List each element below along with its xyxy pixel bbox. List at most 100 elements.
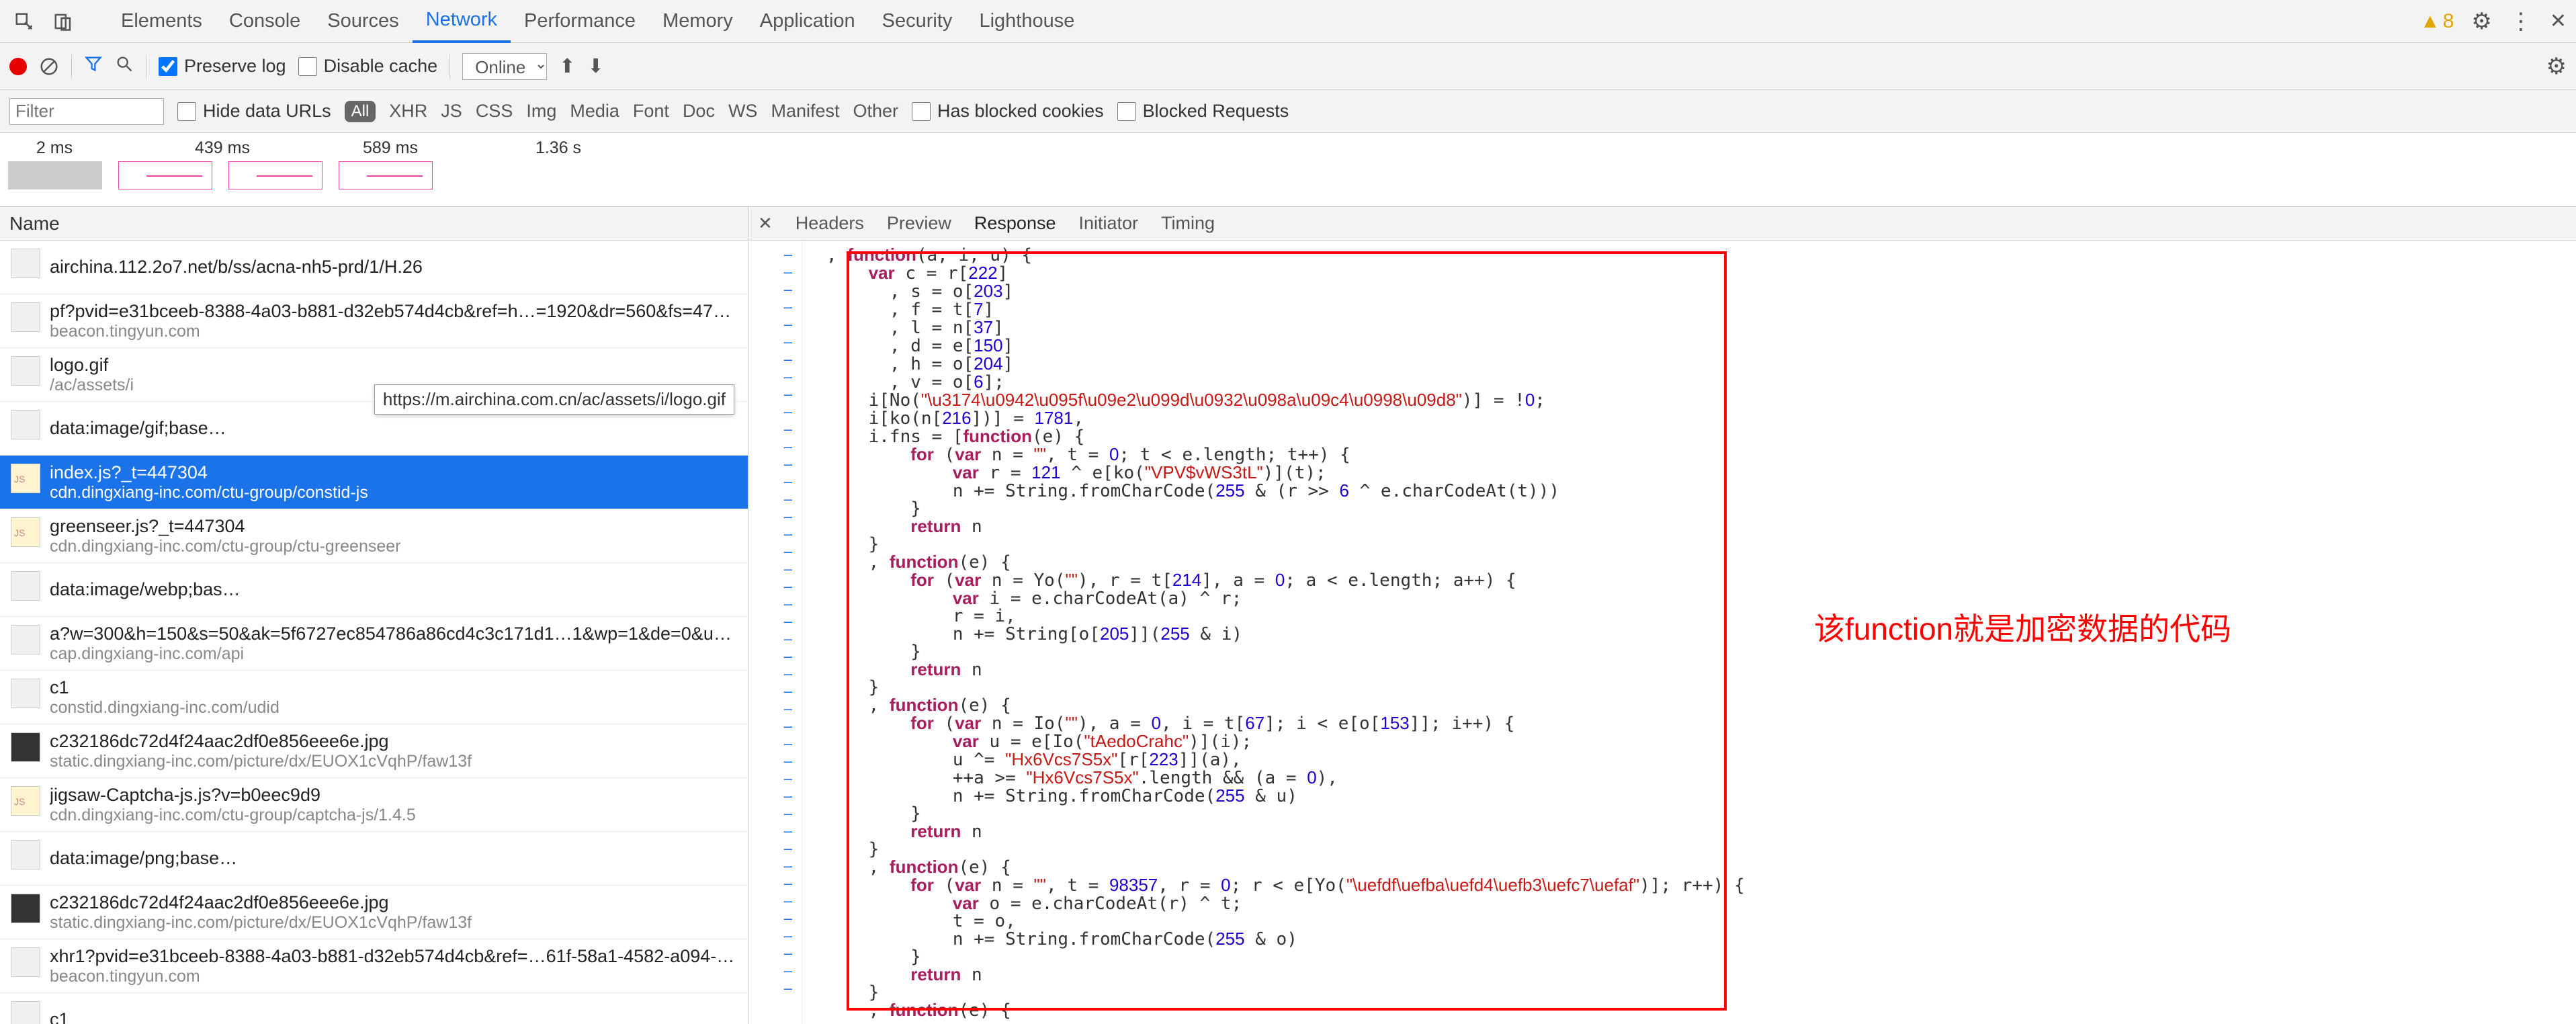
- request-row[interactable]: c232186dc72d4f24aac2df0e856eee6e.jpgstat…: [0, 886, 748, 939]
- panel-tab-console[interactable]: Console: [216, 0, 314, 43]
- warnings-badge[interactable]: ▲ 8: [2420, 10, 2454, 33]
- fold-dash-icon[interactable]: –: [748, 438, 802, 456]
- request-row[interactable]: pf?pvid=e31bceeb-8388-4a03-b881-d32eb574…: [0, 294, 748, 348]
- detail-tab-preview[interactable]: Preview: [887, 213, 951, 234]
- fold-dash-icon[interactable]: –: [748, 595, 802, 613]
- close-devtools-icon[interactable]: ✕: [2550, 9, 2567, 33]
- detail-tab-headers[interactable]: Headers: [796, 213, 864, 234]
- fold-dash-icon[interactable]: –: [748, 840, 802, 857]
- request-list[interactable]: airchina.112.2o7.net/b/ss/acna-nh5-prd/1…: [0, 241, 748, 1024]
- panel-tab-elements[interactable]: Elements: [108, 0, 216, 43]
- fold-dash-icon[interactable]: –: [748, 316, 802, 333]
- has-blocked-cookies-checkbox[interactable]: Has blocked cookies: [912, 101, 1104, 122]
- blocked-requests-checkbox[interactable]: Blocked Requests: [1117, 101, 1289, 122]
- fold-dash-icon[interactable]: –: [748, 386, 802, 403]
- filter-type-doc[interactable]: Doc: [683, 101, 715, 122]
- fold-dash-icon[interactable]: –: [748, 805, 802, 822]
- fold-dash-icon[interactable]: –: [748, 543, 802, 560]
- close-detail-icon[interactable]: ✕: [758, 213, 773, 234]
- fold-dash-icon[interactable]: –: [748, 351, 802, 368]
- filter-type-img[interactable]: Img: [526, 101, 556, 122]
- panel-tab-lighthouse[interactable]: Lighthouse: [965, 0, 1088, 43]
- fold-dash-icon[interactable]: –: [748, 333, 802, 351]
- filter-type-font[interactable]: Font: [633, 101, 669, 122]
- inspect-element-icon[interactable]: [12, 9, 36, 34]
- filter-funnel-icon[interactable]: [84, 54, 103, 79]
- fold-dash-icon[interactable]: –: [748, 718, 802, 735]
- filter-type-js[interactable]: JS: [441, 101, 462, 122]
- request-row[interactable]: c1constid.dingxiang-inc.com/udid: [0, 671, 748, 724]
- fold-dash-icon[interactable]: –: [748, 508, 802, 525]
- disable-cache-checkbox[interactable]: Disable cache: [298, 56, 438, 77]
- network-settings-gear-icon[interactable]: ⚙: [2546, 54, 2567, 79]
- record-button-icon[interactable]: [9, 58, 27, 75]
- disable-cache-input[interactable]: [298, 57, 317, 76]
- fold-dash-icon[interactable]: –: [748, 770, 802, 787]
- fold-dash-icon[interactable]: –: [748, 578, 802, 595]
- fold-dash-icon[interactable]: –: [748, 980, 802, 997]
- hide-data-urls-input[interactable]: [177, 102, 196, 121]
- filter-type-other[interactable]: Other: [853, 101, 899, 122]
- fold-dash-icon[interactable]: –: [748, 857, 802, 875]
- fold-dash-icon[interactable]: –: [748, 875, 802, 892]
- panel-tab-network[interactable]: Network: [413, 0, 511, 43]
- request-row[interactable]: greenseer.js?_t=447304cdn.dingxiang-inc.…: [0, 509, 748, 563]
- request-row[interactable]: airchina.112.2o7.net/b/ss/acna-nh5-prd/1…: [0, 241, 748, 294]
- preserve-log-checkbox[interactable]: Preserve log: [159, 56, 286, 77]
- preserve-log-input[interactable]: [159, 57, 177, 76]
- fold-dash-icon[interactable]: –: [748, 665, 802, 683]
- detail-tab-timing[interactable]: Timing: [1161, 213, 1215, 234]
- more-menu-icon[interactable]: ⋮: [2509, 8, 2532, 35]
- fold-dash-icon[interactable]: –: [748, 822, 802, 840]
- request-row[interactable]: data:image/png;base…: [0, 832, 748, 886]
- fold-dash-icon[interactable]: –: [748, 910, 802, 927]
- fold-dash-icon[interactable]: –: [748, 421, 802, 438]
- clear-icon[interactable]: [39, 56, 59, 77]
- fold-dash-icon[interactable]: –: [748, 683, 802, 700]
- detail-tab-response[interactable]: Response: [974, 213, 1056, 234]
- panel-tab-performance[interactable]: Performance: [511, 0, 649, 43]
- filter-type-xhr[interactable]: XHR: [389, 101, 427, 122]
- fold-dash-icon[interactable]: –: [748, 962, 802, 980]
- request-list-header[interactable]: Name: [0, 207, 748, 241]
- fold-dash-icon[interactable]: –: [748, 525, 802, 543]
- device-toggle-icon[interactable]: [51, 9, 75, 34]
- search-icon[interactable]: [115, 54, 134, 79]
- fold-dash-icon[interactable]: –: [748, 560, 802, 578]
- detail-tab-initiator[interactable]: Initiator: [1078, 213, 1138, 234]
- panel-tab-application[interactable]: Application: [746, 0, 869, 43]
- request-row[interactable]: c232186dc72d4f24aac2df0e856eee6e.jpgstat…: [0, 724, 748, 778]
- download-icon[interactable]: ⬇: [587, 54, 603, 78]
- fold-dash-icon[interactable]: –: [748, 368, 802, 386]
- fold-dash-icon[interactable]: –: [748, 648, 802, 665]
- settings-gear-icon[interactable]: ⚙: [2471, 8, 2491, 35]
- fold-dash-icon[interactable]: –: [748, 927, 802, 945]
- fold-dash-icon[interactable]: –: [748, 246, 802, 263]
- fold-dash-icon[interactable]: –: [748, 630, 802, 648]
- filter-type-all[interactable]: All: [345, 101, 376, 122]
- request-row[interactable]: c1: [0, 993, 748, 1024]
- panel-tab-memory[interactable]: Memory: [649, 0, 746, 43]
- fold-dash-icon[interactable]: –: [748, 945, 802, 962]
- network-timeline[interactable]: 2 ms439 ms589 ms1.36 s: [0, 133, 2576, 207]
- hide-data-urls-checkbox[interactable]: Hide data URLs: [177, 101, 331, 122]
- panel-tab-security[interactable]: Security: [869, 0, 966, 43]
- fold-dash-icon[interactable]: –: [748, 473, 802, 490]
- panel-tab-sources[interactable]: Sources: [314, 0, 412, 43]
- request-row[interactable]: data:image/webp;bas…: [0, 563, 748, 617]
- filter-type-ws[interactable]: WS: [728, 101, 758, 122]
- request-row[interactable]: jigsaw-Captcha-js.js?v=b0eec9d9cdn.dingx…: [0, 778, 748, 832]
- fold-dash-icon[interactable]: –: [748, 753, 802, 770]
- fold-dash-icon[interactable]: –: [748, 892, 802, 910]
- fold-dash-icon[interactable]: –: [748, 787, 802, 805]
- throttling-select[interactable]: Online: [462, 53, 547, 80]
- fold-dash-icon[interactable]: –: [748, 490, 802, 508]
- has-blocked-cookies-input[interactable]: [912, 102, 931, 121]
- fold-dash-icon[interactable]: –: [748, 298, 802, 316]
- request-row[interactable]: xhr1?pvid=e31bceeb-8388-4a03-b881-d32eb5…: [0, 939, 748, 993]
- fold-dash-icon[interactable]: –: [748, 613, 802, 630]
- upload-icon[interactable]: ⬆: [559, 54, 575, 78]
- fold-dash-icon[interactable]: –: [748, 700, 802, 718]
- request-row[interactable]: logo.gif/ac/assets/ihttps://m.airchina.c…: [0, 348, 748, 402]
- fold-dash-icon[interactable]: –: [748, 735, 802, 753]
